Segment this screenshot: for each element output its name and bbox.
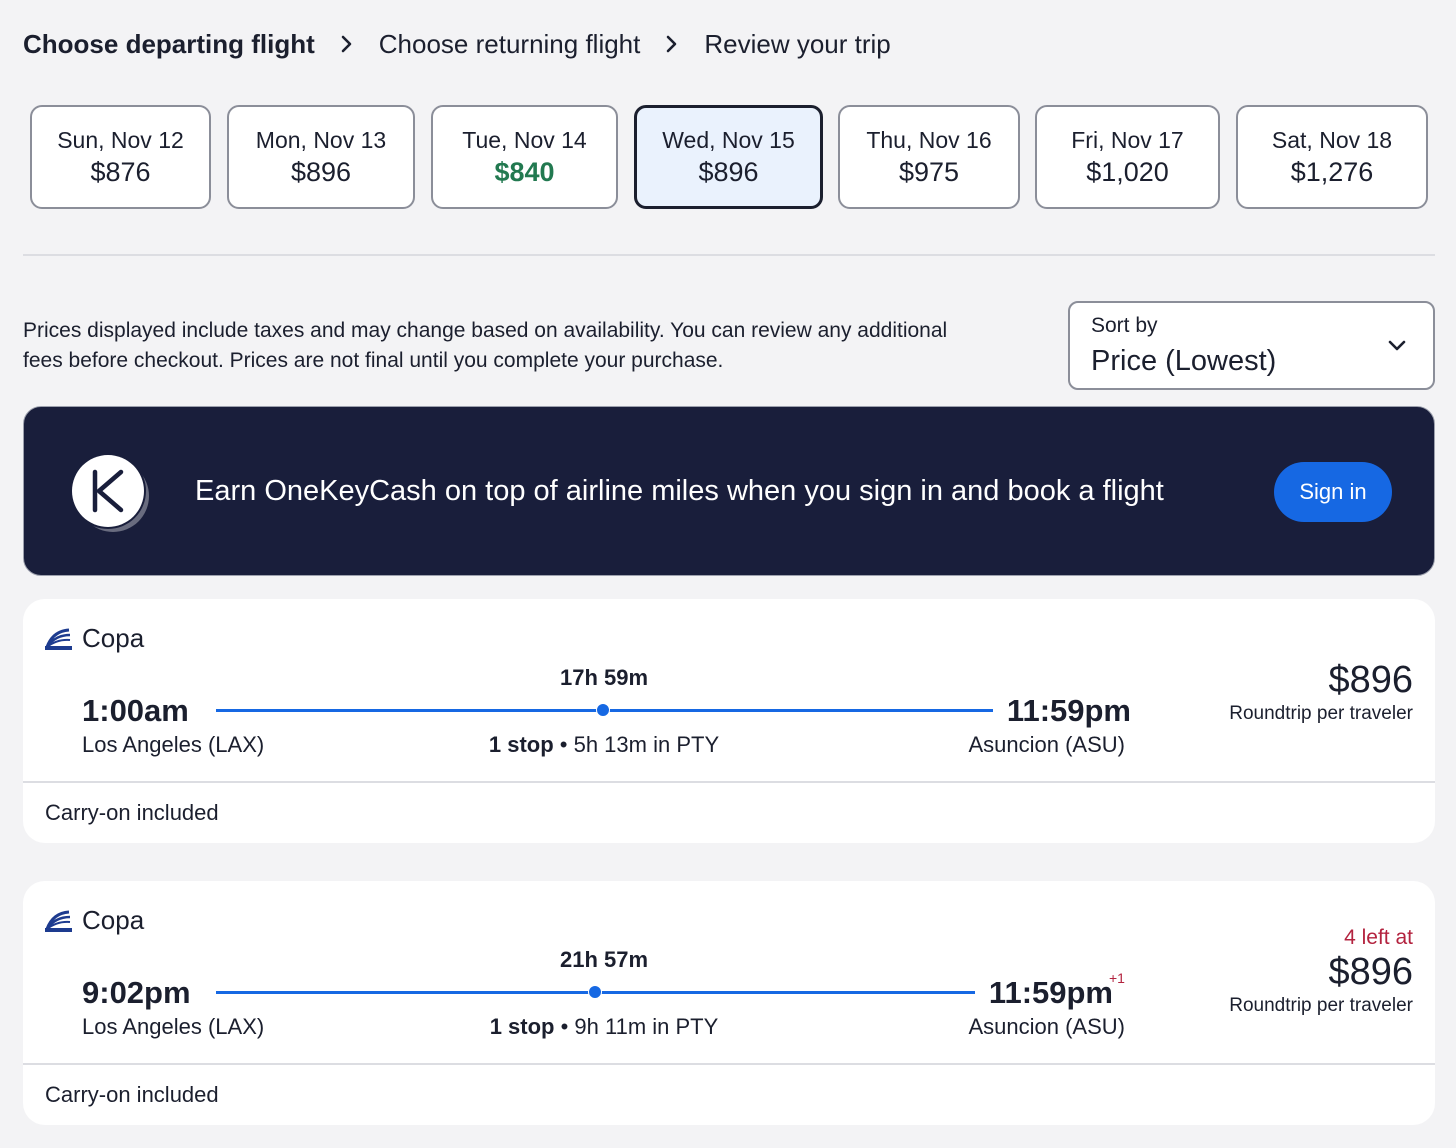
flight-duration: 17h 59m	[559, 665, 649, 690]
date-label: Mon, Nov 13	[255, 127, 387, 153]
date-label: Fri, Nov 17	[1071, 127, 1184, 153]
onekey-logo-icon	[70, 453, 149, 532]
date-price: $975	[898, 157, 960, 187]
seats-left-alert: 4 left at	[1344, 926, 1413, 949]
breadcrumb-step-review[interactable]: Review your trip	[704, 29, 890, 60]
date-option-nov-14[interactable]: Tue, Nov 14 $840	[431, 105, 618, 209]
flight-price: $896	[1328, 951, 1413, 993]
flight-result-card[interactable]: Copa 9:02pm Los Angeles (LAX) 21h 57m 1 …	[23, 881, 1435, 1125]
sort-select[interactable]: Sort by Price (Lowest)	[1068, 301, 1435, 390]
date-price: $876	[90, 157, 151, 187]
stops-summary: 1 stop • 5h 13m in PTY	[404, 732, 804, 758]
stops-summary: 1 stop • 9h 11m in PTY	[404, 1014, 804, 1040]
date-price: $1,020	[1086, 157, 1169, 187]
stop-dot-icon	[588, 985, 602, 999]
date-price: $896	[290, 157, 352, 187]
carry-on-info: Carry-on included	[45, 800, 219, 825]
departure-time: 9:02pm	[82, 975, 191, 1010]
sort-value: Price (Lowest)	[1091, 345, 1277, 377]
arrival-time: 11:59pm	[988, 975, 1113, 1010]
copa-airline-logo-icon	[45, 909, 72, 933]
price-caption: Roundtrip per traveler	[1229, 703, 1413, 724]
chevron-down-icon	[1388, 340, 1406, 351]
breadcrumb-step-departing: Choose departing flight	[23, 28, 315, 59]
departure-airport: Los Angeles (LAX)	[82, 732, 265, 757]
copa-airline-logo-icon	[45, 627, 72, 651]
arrival-airport: Asuncion (ASU)	[968, 732, 1125, 757]
date-price-lowest: $840	[494, 157, 555, 187]
next-day-indicator: +1	[1109, 970, 1125, 986]
date-option-nov-16[interactable]: Thu, Nov 16 $975	[838, 105, 1020, 209]
departure-time: 1:00am	[82, 693, 189, 728]
date-option-nov-13[interactable]: Mon, Nov 13 $896	[227, 105, 415, 209]
date-label: Wed, Nov 15	[662, 127, 795, 153]
card-divider	[23, 781, 1435, 783]
sign-in-button[interactable]: Sign in	[1274, 462, 1392, 522]
date-option-nov-12[interactable]: Sun, Nov 12 $876	[30, 105, 211, 209]
price-caption: Roundtrip per traveler	[1229, 995, 1413, 1016]
flight-price: $896	[1328, 659, 1413, 701]
section-divider	[23, 254, 1435, 256]
breadcrumb: Choose departing flight Choose returning…	[23, 27, 891, 61]
layover-info: • 9h 11m in PTY	[554, 1014, 719, 1039]
card-divider	[23, 1063, 1435, 1065]
chevron-right-icon	[315, 35, 379, 53]
arrival-time: 11:59pm	[1006, 693, 1131, 728]
breadcrumb-step-returning[interactable]: Choose returning flight	[379, 29, 641, 60]
date-label: Sun, Nov 12	[57, 127, 184, 153]
arrival-airport: Asuncion (ASU)	[968, 1014, 1125, 1039]
layover-info: • 5h 13m in PTY	[553, 732, 720, 757]
banner-text: Earn OneKeyCash on top of airline miles …	[195, 475, 1164, 507]
date-option-nov-18[interactable]: Sat, Nov 18 $1,276	[1236, 105, 1428, 209]
date-price: $1,276	[1290, 157, 1374, 187]
chevron-right-icon	[640, 35, 704, 53]
date-label: Tue, Nov 14	[462, 127, 587, 153]
airline-name: Copa	[82, 623, 145, 653]
date-label: Sat, Nov 18	[1271, 127, 1393, 153]
date-price: $896	[698, 157, 759, 187]
stop-count: 1 stop	[488, 732, 554, 757]
price-block: 4 left at $896 Roundtrip per traveler	[1229, 925, 1413, 1019]
flight-duration: 21h 57m	[559, 947, 649, 972]
price-block: $896 Roundtrip per traveler	[1229, 659, 1413, 727]
airline-name: Copa	[82, 905, 145, 935]
date-option-nov-15-selected[interactable]: Wed, Nov 15 $896	[634, 105, 823, 209]
flight-result-card[interactable]: Copa 1:00am Los Angeles (LAX) 17h 59m 1 …	[23, 599, 1435, 843]
date-label: Thu, Nov 16	[866, 127, 992, 153]
onekeycash-banner: Earn OneKeyCash on top of airline miles …	[23, 406, 1435, 576]
sort-label: Sort by	[1091, 314, 1158, 337]
carry-on-info: Carry-on included	[45, 1082, 219, 1107]
date-option-nov-17[interactable]: Fri, Nov 17 $1,020	[1035, 105, 1220, 209]
stop-count: 1 stop	[489, 1014, 555, 1039]
stop-dot-icon	[596, 703, 610, 717]
departure-airport: Los Angeles (LAX)	[82, 1014, 265, 1039]
price-disclaimer: Prices displayed include taxes and may c…	[23, 319, 948, 372]
